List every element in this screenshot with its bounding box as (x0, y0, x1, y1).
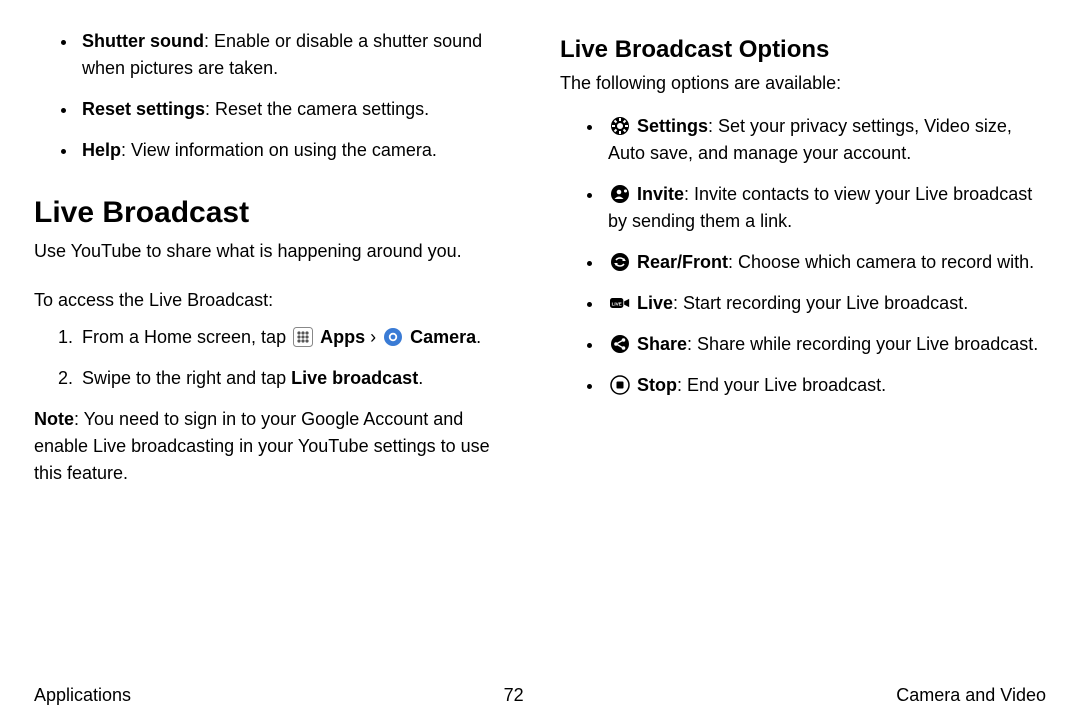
left-column: Shutter sound: Enable or disable a shutt… (34, 28, 520, 509)
heading-live-broadcast: Live Broadcast (34, 196, 520, 230)
note-label: Note (34, 409, 74, 429)
options-list: Settings: Set your privacy settings, Vid… (560, 113, 1046, 399)
right-column: Live Broadcast Options The following opt… (560, 28, 1046, 509)
page: Shutter sound: Enable or disable a shutt… (0, 0, 1080, 720)
heading-options: Live Broadcast Options (560, 36, 1046, 64)
list-item: Help: View information on using the came… (78, 137, 520, 164)
term: Stop (637, 375, 677, 395)
settings-bullet-list: Shutter sound: Enable or disable a shutt… (34, 28, 520, 164)
term: Invite (637, 184, 684, 204)
share-icon (610, 334, 630, 354)
desc: : End your Live broadcast. (677, 375, 886, 395)
camera-icon (383, 327, 403, 347)
term: Reset settings (82, 99, 205, 119)
access-lead: To access the Live Broadcast: (34, 287, 520, 314)
step2-post: . (418, 368, 423, 388)
desc: : Share while recording your Live broadc… (687, 334, 1038, 354)
step-1: From a Home screen, tap Apps › Camera. (78, 324, 520, 351)
term: Settings (637, 116, 708, 136)
desc: : Start recording your Live broadcast. (673, 293, 968, 313)
note-body: : You need to sign in to your Google Acc… (34, 409, 490, 483)
desc: : View information on using the camera. (121, 140, 437, 160)
gear-icon (610, 116, 630, 136)
invite-icon (610, 184, 630, 204)
term: Rear/Front (637, 252, 728, 272)
svg-text:LIVE: LIVE (612, 302, 622, 307)
options-intro: The following options are available: (560, 70, 1046, 97)
apps-label: Apps (320, 327, 365, 347)
footer-center: 72 (504, 685, 524, 706)
stop-icon (610, 375, 630, 395)
list-item: Settings: Set your privacy settings, Vid… (604, 113, 1046, 167)
term: Live (637, 293, 673, 313)
step1-post: . (476, 327, 481, 347)
steps-list: From a Home screen, tap Apps › Camera. (34, 324, 520, 392)
step2-bold: Live broadcast (291, 368, 418, 388)
page-footer: Applications 72 Camera and Video (34, 685, 1046, 706)
term: Shutter sound (82, 31, 204, 51)
live-record-icon: LIVE (610, 293, 630, 313)
list-item: Rear/Front: Choose which camera to recor… (604, 249, 1046, 276)
intro-text: Use YouTube to share what is happening a… (34, 238, 520, 265)
list-item: Stop: End your Live broadcast. (604, 372, 1046, 399)
list-item: Share: Share while recording your Live b… (604, 331, 1046, 358)
desc: : Reset the camera settings. (205, 99, 429, 119)
list-item: Shutter sound: Enable or disable a shutt… (78, 28, 520, 82)
two-columns: Shutter sound: Enable or disable a shutt… (34, 28, 1046, 509)
apps-grid-icon (293, 327, 313, 347)
note: Note: You need to sign in to your Google… (34, 406, 520, 487)
footer-right: Camera and Video (896, 685, 1046, 706)
list-item: LIVE Live: Start recording your Live bro… (604, 290, 1046, 317)
step-2: Swipe to the right and tap Live broadcas… (78, 365, 520, 392)
list-item: Invite: Invite contacts to view your Liv… (604, 181, 1046, 235)
desc: : Choose which camera to record with. (728, 252, 1034, 272)
step2-pre: Swipe to the right and tap (82, 368, 291, 388)
swap-camera-icon (610, 252, 630, 272)
term: Help (82, 140, 121, 160)
camera-label: Camera (410, 327, 476, 347)
term: Share (637, 334, 687, 354)
footer-left: Applications (34, 685, 131, 706)
separator: › (370, 327, 381, 347)
step1-pre: From a Home screen, tap (82, 327, 291, 347)
list-item: Reset settings: Reset the camera setting… (78, 96, 520, 123)
